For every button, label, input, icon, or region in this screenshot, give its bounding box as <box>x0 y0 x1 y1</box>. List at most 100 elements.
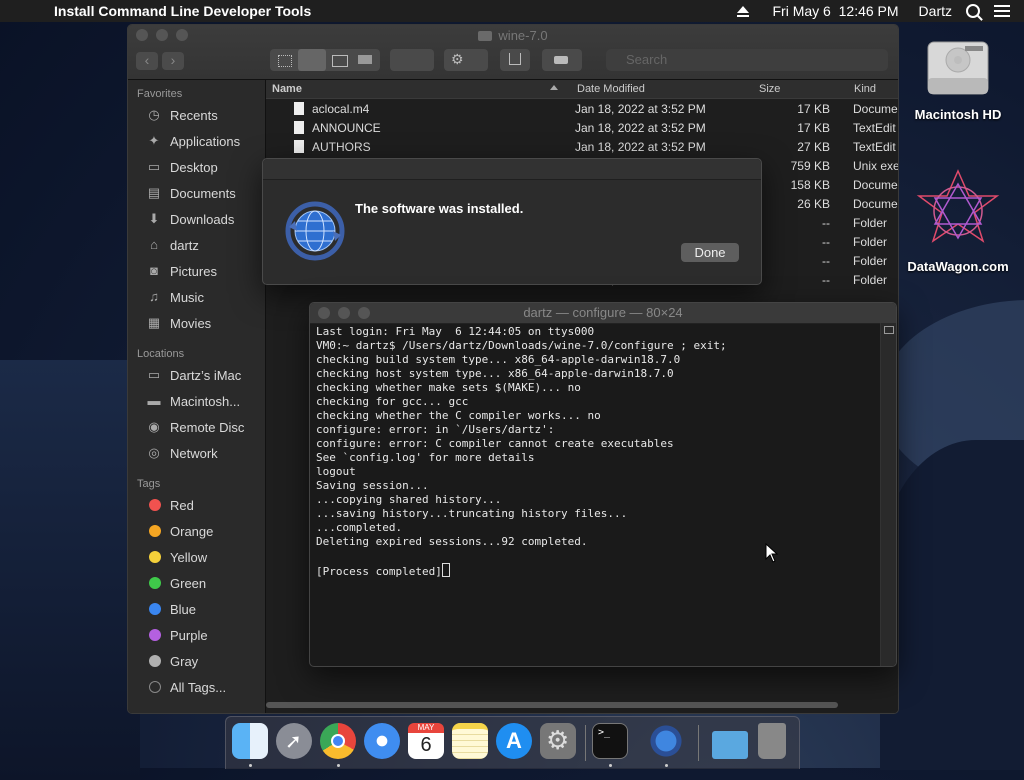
sidebar-item-network[interactable]: ◎ Network <box>128 440 265 466</box>
sidebar-item-label: Music <box>170 289 204 305</box>
installer-icon[interactable] <box>648 723 684 759</box>
menu-clock[interactable]: Fri May 6 12:46 PM <box>773 3 899 19</box>
mouse-pointer-icon <box>765 543 779 563</box>
sidebar-item-dartz[interactable]: ⌂ dartz <box>128 232 265 258</box>
terminal-title: dartz — configure — 80×24 <box>523 305 683 320</box>
sidebar-item-desktop[interactable]: ▭ Desktop <box>128 154 265 180</box>
terminal-line-text: Saving session... <box>316 479 429 492</box>
done-button[interactable]: Done <box>681 243 739 262</box>
sidebar-item-applications[interactable]: ✦ Applications <box>128 128 265 154</box>
dialog-titlebar <box>263 159 761 180</box>
sidebar-item-pictures[interactable]: ◙ Pictures <box>128 258 265 284</box>
sidebar-item-macintosh[interactable]: ▬ Macintosh... <box>128 388 265 414</box>
sidebar-tag-blue[interactable]: Blue <box>128 596 265 622</box>
column-size[interactable]: Size <box>759 83 780 95</box>
view-switcher[interactable] <box>270 49 380 71</box>
share-button[interactable] <box>500 49 530 71</box>
system-preferences-icon[interactable]: ⚙ <box>540 723 576 759</box>
notes-icon[interactable] <box>452 723 488 759</box>
eject-icon[interactable] <box>736 5 749 17</box>
sidebar-item-label: Network <box>170 445 218 461</box>
column-name[interactable]: Name <box>272 83 302 95</box>
icon-view-icon[interactable] <box>278 55 292 67</box>
file-kind: Unix exe <box>853 159 899 173</box>
column-kind[interactable]: Kind <box>854 83 876 95</box>
sidebar-tag-green[interactable]: Green <box>128 570 265 596</box>
finder-sidebar: Favorites ◷ Recents ✦ Applications ▭ Desktop ▤… <box>128 80 266 713</box>
column-date[interactable]: Date Modified <box>577 83 645 95</box>
terminal-line-text: See `config.log' for more details <box>316 451 535 464</box>
search-icon[interactable] <box>966 4 980 18</box>
terminal-zoom-button[interactable] <box>358 307 370 319</box>
terminal-scrollbar[interactable] <box>880 323 896 666</box>
sidebar-item-label: dartz <box>170 237 199 253</box>
safari-icon[interactable] <box>364 723 400 759</box>
terminal-close-button[interactable] <box>318 307 330 319</box>
sidebar-tag-orange[interactable]: Orange <box>128 518 265 544</box>
terminal-line-text: logout <box>316 465 356 478</box>
action-button[interactable]: ⚙ <box>444 49 488 71</box>
sidebar-item-label: Recents <box>170 107 218 123</box>
tag-color-dot <box>149 551 161 563</box>
terminal-icon[interactable]: >_ <box>592 723 628 759</box>
sidebar-item-dartz-s-imac[interactable]: ▭ Dartz’s iMac <box>128 362 265 388</box>
sidebar-item-label: Gray <box>170 653 199 669</box>
list-icon[interactable] <box>994 5 1010 17</box>
terminal-minimize-button[interactable] <box>338 307 350 319</box>
group-button[interactable] <box>390 49 434 71</box>
tag-color-dot <box>149 655 161 667</box>
tag-button[interactable] <box>542 49 582 71</box>
sidebar-tag-gray[interactable]: Gray <box>128 648 265 674</box>
trash-icon[interactable] <box>758 723 786 759</box>
file-date: Jan 18, 2022 at 3:52 PM <box>575 102 706 116</box>
file-row[interactable]: aclocal.m4 Jan 18, 2022 at 3:52 PM 17 KB Do… <box>266 99 898 118</box>
sidebar-item-movies[interactable]: ▦ Movies <box>128 310 265 336</box>
terminal-line: logout <box>316 465 878 479</box>
file-date: Jan 18, 2022 at 3:52 PM <box>575 121 706 135</box>
terminal-line: configure: error: in `/Users/dartz': <box>316 423 878 437</box>
terminal-line-text: ...completed. <box>316 521 403 534</box>
sidebar-item-label: Blue <box>170 601 197 617</box>
sidebar-item-all-tags[interactable]: All Tags... <box>128 674 265 700</box>
tag-color-dot <box>149 603 161 615</box>
globe-icon: ◎ <box>148 445 160 460</box>
file-row[interactable]: AUTHORS Jan 18, 2022 at 3:52 PM 27 KB TextE… <box>266 137 898 156</box>
film-icon: ▦ <box>147 315 161 330</box>
menu-user[interactable]: Dartz <box>919 3 952 19</box>
sidebar-item-music[interactable]: ♫ Music <box>128 284 265 310</box>
forward-button[interactable]: › <box>162 52 184 70</box>
list-view-icon[interactable] <box>298 49 326 71</box>
sort-ascending-icon <box>550 85 558 90</box>
chrome-icon[interactable] <box>320 723 356 759</box>
desktop-icon-datawagon[interactable]: DataWagon.com <box>898 166 1018 274</box>
sidebar-item-label: Remote Disc <box>170 419 245 435</box>
sidebar-tag-red[interactable]: Red <box>128 492 265 518</box>
terminal-line: checking whether make sets $(MAKE)... no <box>316 381 878 395</box>
sidebar-item-label: Green <box>170 575 207 591</box>
finder-icon[interactable] <box>232 723 268 759</box>
sidebar-tag-yellow[interactable]: Yellow <box>128 544 265 570</box>
dialog-message: The software was installed. <box>355 201 524 216</box>
hard-drive-icon <box>927 41 989 95</box>
gallery-view-icon[interactable] <box>358 55 372 64</box>
sidebar-item-downloads[interactable]: ⬇ Downloads <box>128 206 265 232</box>
sidebar-item-recents[interactable]: ◷ Recents <box>128 102 265 128</box>
sidebar-item-remote-disc[interactable]: ◉ Remote Disc <box>128 414 265 440</box>
terminal-output[interactable]: Last login: Fri May 6 12:44:05 on ttys00… <box>316 325 878 666</box>
launchpad-icon[interactable]: ➚ <box>276 723 312 759</box>
sidebar-item-documents[interactable]: ▤ Documents <box>128 180 265 206</box>
menu-app-title[interactable]: Install Command Line Developer Tools <box>54 3 311 19</box>
finder-title: wine-7.0 <box>128 28 898 43</box>
desktop-icon: ▭ <box>147 159 161 174</box>
sidebar-tag-purple[interactable]: Purple <box>128 622 265 648</box>
back-button[interactable]: ‹ <box>136 52 158 70</box>
column-view-icon[interactable] <box>332 55 348 67</box>
folder-icon[interactable] <box>712 731 748 759</box>
app-store-icon[interactable]: A <box>496 723 532 759</box>
horizontal-scrollbar[interactable] <box>266 702 838 708</box>
calendar-icon[interactable]: MAY 6 <box>408 723 444 759</box>
file-row[interactable]: ANNOUNCE Jan 18, 2022 at 3:52 PM 17 KB Text… <box>266 118 898 137</box>
terminal-line-text: checking whether make sets $(MAKE)... no <box>316 381 581 394</box>
search-input[interactable]: Search <box>606 49 888 71</box>
desktop-icon-macintosh-hd[interactable]: Macintosh HD <box>910 30 1006 122</box>
